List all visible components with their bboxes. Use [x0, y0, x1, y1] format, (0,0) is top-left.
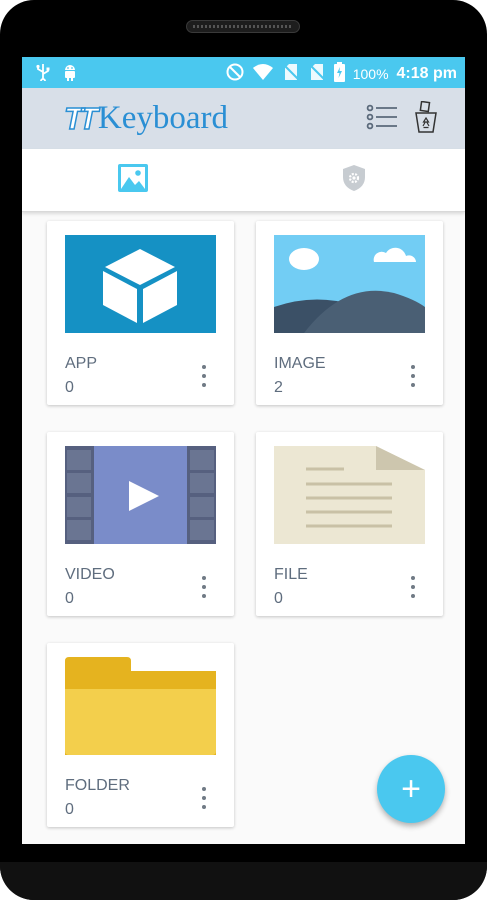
tab-security[interactable]: [243, 149, 464, 211]
no-sim-icon: [282, 63, 300, 85]
card-label: FILE: [274, 566, 308, 583]
list-icon: [366, 104, 398, 135]
logo-text: Keyboard: [97, 100, 228, 136]
recycle-bin-button[interactable]: [408, 100, 444, 138]
card-count: 2: [274, 379, 283, 396]
landscape-icon: [274, 247, 425, 333]
more-options-button[interactable]: [196, 365, 212, 387]
card-label: IMAGE: [274, 355, 326, 372]
category-card-app[interactable]: APP 0: [47, 221, 234, 405]
app-thumbnail: [65, 235, 216, 333]
app-bar: TT Keyboard: [22, 88, 465, 149]
shield-gear-icon: [342, 164, 366, 197]
status-bar: 100% 4:18 pm: [22, 57, 465, 88]
tab-bar: [22, 149, 465, 212]
screen: 100% 4:18 pm TT Keyboard APP 0 IMAGE 2 V…: [22, 57, 465, 844]
add-icon: +: [401, 770, 421, 808]
card-count: 0: [274, 590, 283, 607]
folder-thumbnail: [65, 657, 216, 755]
add-fab-button[interactable]: +: [377, 755, 445, 823]
image-thumbnail: [274, 235, 425, 333]
video-thumbnail: [65, 446, 216, 544]
wifi-icon: [252, 63, 274, 85]
android-icon: [62, 63, 78, 86]
app-logo: TT Keyboard: [63, 100, 228, 137]
earpiece-speaker: [186, 20, 300, 33]
category-card-video[interactable]: VIDEO 0: [47, 432, 234, 616]
file-thumbnail: [274, 446, 425, 544]
image-icon: [117, 163, 148, 197]
more-options-button[interactable]: [196, 576, 212, 598]
category-card-folder[interactable]: FOLDER 0: [47, 643, 234, 827]
document-icon: [274, 446, 425, 544]
more-options-button[interactable]: [405, 576, 421, 598]
no-sim-icon: [308, 63, 326, 85]
clock: 4:18 pm: [396, 65, 457, 82]
film-play-icon: [65, 446, 216, 544]
card-label: APP: [65, 355, 98, 372]
cube-icon: [103, 249, 177, 323]
phone-frame: 100% 4:18 pm TT Keyboard APP 0 IMAGE 2 V…: [0, 0, 487, 900]
battery-charging-icon: [333, 62, 345, 86]
category-grid: APP 0 IMAGE 2 VIDEO 0 FILE 0 FOLDER 0: [22, 212, 465, 844]
more-options-button[interactable]: [196, 787, 212, 809]
battery-percent: 100%: [352, 66, 389, 82]
card-count: 0: [65, 379, 74, 396]
do-not-disturb-icon: [226, 63, 244, 85]
recycle-bin-icon: [414, 100, 438, 138]
list-view-button[interactable]: [364, 102, 400, 136]
folder-icon: [65, 657, 216, 755]
card-count: 0: [65, 801, 74, 818]
usb-icon: [36, 63, 50, 86]
card-label: VIDEO: [65, 566, 115, 583]
logo-mark: TT: [63, 100, 98, 137]
more-options-button[interactable]: [405, 365, 421, 387]
card-label: FOLDER: [65, 777, 130, 794]
tab-images[interactable]: [22, 149, 243, 211]
phone-bottom-bezel: [0, 862, 487, 900]
category-card-image[interactable]: IMAGE 2: [256, 221, 443, 405]
category-card-file[interactable]: FILE 0: [256, 432, 443, 616]
card-count: 0: [65, 590, 74, 607]
